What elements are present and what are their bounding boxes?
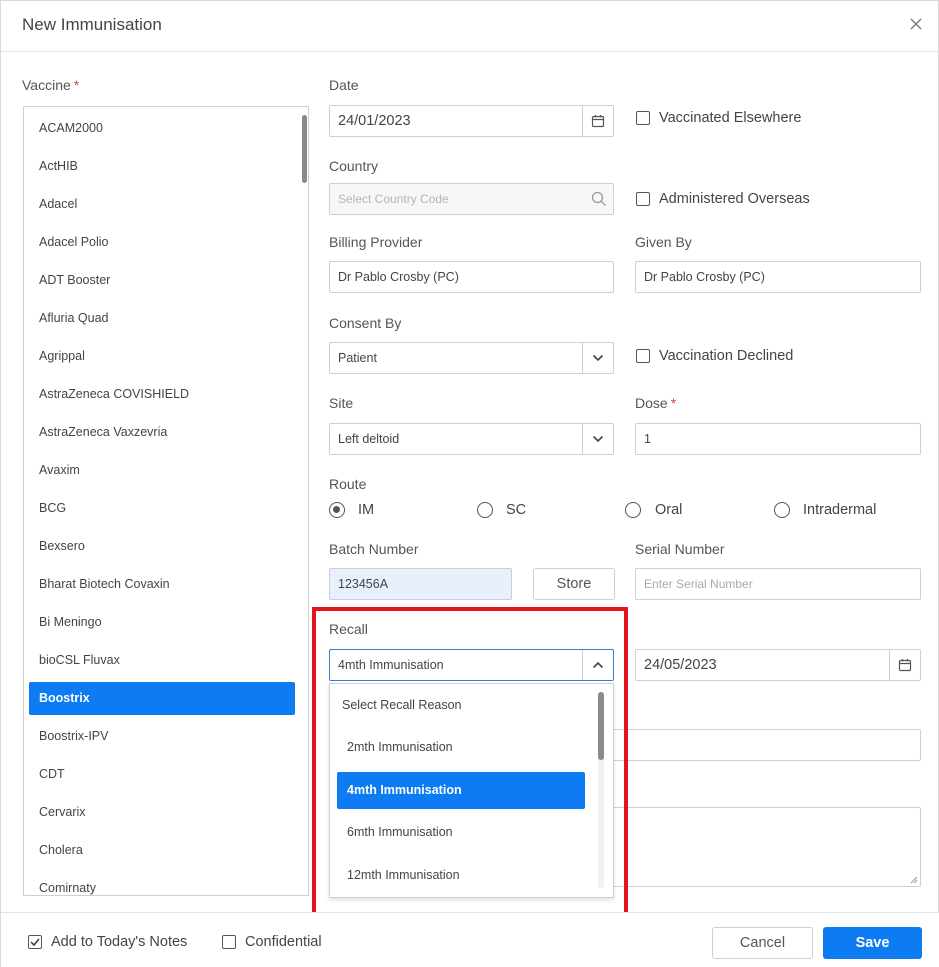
recall-option[interactable]: 12mth Immunisation xyxy=(337,857,585,894)
given-by-input[interactable]: Dr Pablo Crosby (PC) xyxy=(635,261,921,293)
chevron-down-icon[interactable] xyxy=(582,343,613,373)
route-label-intradermal: Intradermal xyxy=(803,502,877,518)
recall-value: 4mth Immunisation xyxy=(338,658,444,672)
site-label: Site xyxy=(329,395,354,411)
vaccine-label: Vaccine * xyxy=(22,77,80,93)
vaccine-item[interactable]: Cholera xyxy=(29,834,295,867)
vaccine-item[interactable]: ACAM2000 xyxy=(29,112,295,145)
dropdown-scrollbar[interactable] xyxy=(598,692,604,760)
dose-label: Dose * xyxy=(635,395,677,411)
checkmark-icon xyxy=(30,938,40,947)
recall-option[interactable]: Select Recall Reason xyxy=(342,687,590,724)
vaccination-declined-label: Vaccination Declined xyxy=(659,348,794,364)
confidential-label: Confidential xyxy=(245,934,322,950)
billing-provider-input[interactable]: Dr Pablo Crosby (PC) xyxy=(329,261,614,293)
recall-date-input[interactable]: 24/05/2023 xyxy=(635,649,921,681)
search-icon xyxy=(591,191,606,206)
add-to-notes-label: Add to Today's Notes xyxy=(51,934,188,950)
add-to-notes-checkbox[interactable] xyxy=(28,935,42,949)
vaccine-item[interactable]: Comirnaty xyxy=(29,872,295,895)
store-button[interactable]: Store xyxy=(533,568,615,600)
calendar-icon[interactable] xyxy=(889,650,920,680)
batch-number-label: Batch Number xyxy=(329,541,419,557)
recall-select[interactable]: 4mth Immunisation xyxy=(329,649,614,681)
vaccine-list[interactable]: ACAM2000 ActHIB Adacel Adacel Polio ADT … xyxy=(23,106,309,896)
recall-label: Recall xyxy=(329,621,368,637)
vaccine-item[interactable]: BCG xyxy=(29,492,295,525)
recall-dropdown: Select Recall Reason 2mth Immunisation 4… xyxy=(329,683,614,898)
vaccinated-elsewhere-checkbox[interactable] xyxy=(636,111,650,125)
vaccine-item[interactable]: Bi Meningo xyxy=(29,606,295,639)
vaccine-item[interactable]: Cervarix xyxy=(29,796,295,829)
consent-by-select[interactable]: Patient xyxy=(329,342,614,374)
vaccine-item-selected[interactable]: Boostrix xyxy=(29,682,295,715)
vaccine-item[interactable]: ADT Booster xyxy=(29,264,295,297)
administered-overseas-label: Administered Overseas xyxy=(659,191,810,207)
vaccine-item[interactable]: Adacel Polio xyxy=(29,226,295,259)
vaccine-list-scrollbar[interactable] xyxy=(302,115,307,183)
administered-overseas-checkbox[interactable] xyxy=(636,192,650,206)
country-input[interactable]: Select Country Code xyxy=(329,183,614,215)
new-immunisation-dialog: New Immunisation Vaccine * ACAM2000 ActHI… xyxy=(0,0,939,967)
date-input[interactable]: 24/01/2023 xyxy=(329,105,614,137)
vaccine-item[interactable]: Adacel xyxy=(29,188,295,221)
dose-input[interactable]: 1 xyxy=(635,423,921,455)
hidden-field[interactable] xyxy=(601,729,921,761)
vaccine-item[interactable]: Agrippal xyxy=(29,340,295,373)
dialog-title: New Immunisation xyxy=(22,15,162,34)
serial-number-label: Serial Number xyxy=(635,541,725,557)
vaccination-declined-checkbox[interactable] xyxy=(636,349,650,363)
country-placeholder: Select Country Code xyxy=(338,192,449,206)
vaccinated-elsewhere-label: Vaccinated Elsewhere xyxy=(659,110,802,126)
consent-by-value: Patient xyxy=(338,351,377,365)
vaccine-item[interactable]: AstraZeneca Vaxzevria xyxy=(29,416,295,449)
save-button[interactable]: Save xyxy=(823,927,922,959)
vaccine-item[interactable]: Afluria Quad xyxy=(29,302,295,335)
dialog-header: New Immunisation xyxy=(1,1,939,52)
serial-number-input[interactable]: Enter Serial Number xyxy=(635,568,921,600)
given-by-label: Given By xyxy=(635,234,692,250)
site-select[interactable]: Left deltoid xyxy=(329,423,614,455)
chevron-down-icon[interactable] xyxy=(582,424,613,454)
vaccine-item[interactable]: ActHIB xyxy=(29,150,295,183)
route-radio-intradermal[interactable] xyxy=(774,502,790,518)
recall-option[interactable]: 2mth Immunisation xyxy=(337,729,585,766)
route-label-sc: SC xyxy=(506,502,527,518)
vaccine-item[interactable]: Boostrix-IPV xyxy=(29,720,295,753)
date-value: 24/01/2023 xyxy=(338,113,411,129)
country-label: Country xyxy=(329,158,379,174)
recall-date-value: 24/05/2023 xyxy=(644,657,717,673)
chevron-up-icon[interactable] xyxy=(582,650,613,680)
route-radio-oral[interactable] xyxy=(625,502,641,518)
batch-number-input[interactable]: 123456A xyxy=(329,568,512,600)
cancel-button[interactable]: Cancel xyxy=(712,927,813,959)
vaccine-item[interactable]: CDT xyxy=(29,758,295,791)
vaccine-item[interactable]: Bexsero xyxy=(29,530,295,563)
route-label-oral: Oral xyxy=(655,502,683,518)
close-icon[interactable] xyxy=(906,14,926,34)
route-radio-sc[interactable] xyxy=(477,502,493,518)
date-label: Date xyxy=(329,77,359,93)
vaccine-item[interactable]: Avaxim xyxy=(29,454,295,487)
route-radio-im[interactable] xyxy=(329,502,345,518)
recall-option[interactable]: 6mth Immunisation xyxy=(337,814,585,851)
route-label-im: IM xyxy=(358,502,375,518)
recall-option-selected[interactable]: 4mth Immunisation xyxy=(337,772,585,809)
calendar-icon[interactable] xyxy=(582,106,613,136)
vaccine-item[interactable]: AstraZeneca COVISHIELD xyxy=(29,378,295,411)
consent-by-label: Consent By xyxy=(329,315,402,331)
billing-provider-label: Billing Provider xyxy=(329,234,423,250)
vaccine-item[interactable]: Bharat Biotech Covaxin xyxy=(29,568,295,601)
vaccine-item[interactable]: bioCSL Fluvax xyxy=(29,644,295,677)
route-label: Route xyxy=(329,476,367,492)
site-value: Left deltoid xyxy=(338,432,400,446)
resize-handle-icon[interactable] xyxy=(910,876,918,884)
hidden-textarea[interactable] xyxy=(601,807,921,887)
confidential-checkbox[interactable] xyxy=(222,935,236,949)
